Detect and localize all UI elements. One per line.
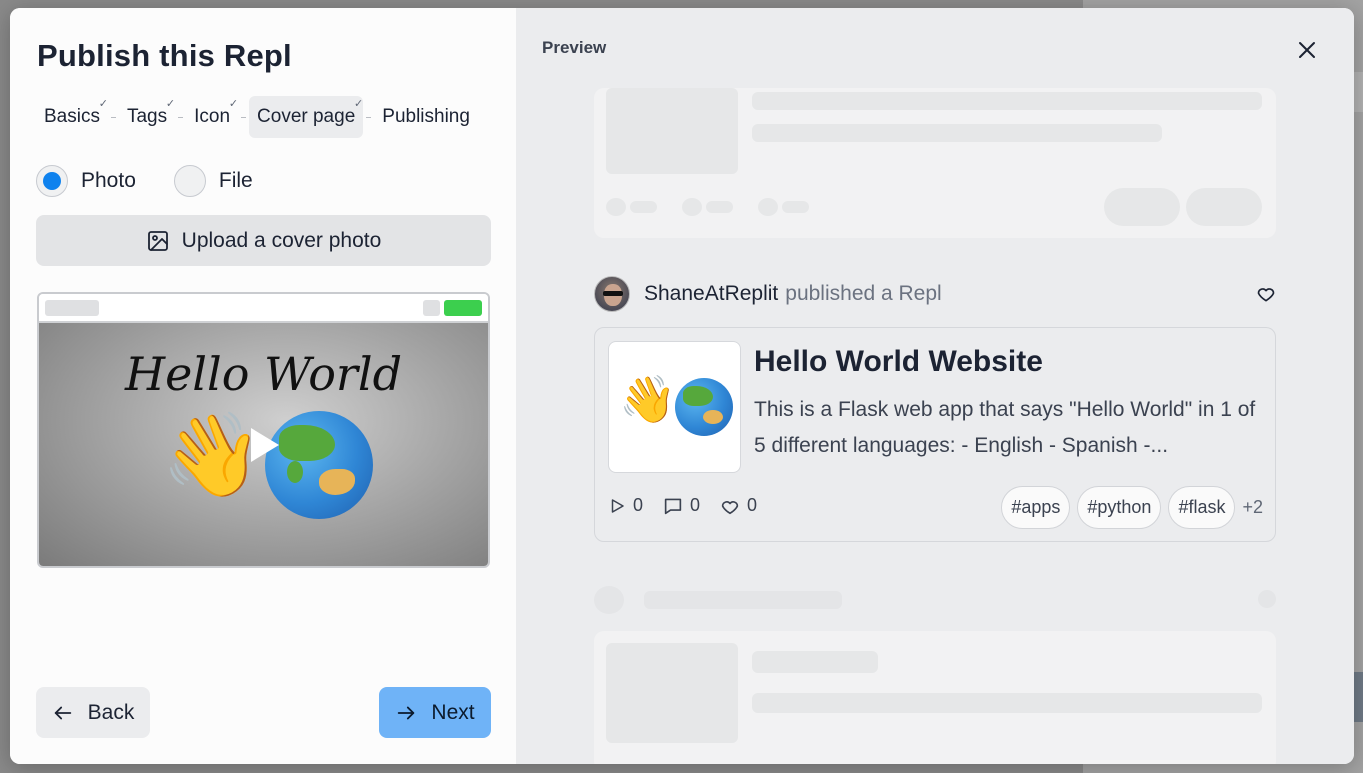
cover-photo-preview: Hello World 👋 bbox=[37, 292, 490, 568]
step-separator bbox=[110, 116, 116, 118]
comments-stat: 0 bbox=[663, 495, 700, 516]
dialog-title: Publish this Repl bbox=[37, 38, 292, 73]
file-label: File bbox=[218, 169, 253, 192]
runs-stat: 0 bbox=[608, 495, 643, 516]
step-icon[interactable]: Icon ✓ bbox=[186, 96, 238, 138]
radio-dot bbox=[43, 172, 61, 190]
upload-label: Upload a cover photo bbox=[181, 228, 382, 252]
photo-radio[interactable] bbox=[36, 165, 68, 197]
step-cover-page[interactable]: Cover page ✓ bbox=[249, 96, 364, 138]
likes-stat[interactable]: 0 bbox=[720, 495, 757, 516]
post-action-text: published a Repl bbox=[785, 282, 942, 305]
run-button-placeholder bbox=[444, 300, 482, 316]
comment-icon bbox=[663, 497, 683, 515]
upload-cover-photo-button[interactable]: Upload a cover photo bbox=[36, 215, 491, 266]
comments-count: 0 bbox=[690, 495, 701, 515]
avatar[interactable] bbox=[594, 276, 630, 312]
likes-count: 0 bbox=[747, 495, 758, 515]
step-separator bbox=[366, 116, 372, 118]
tag-apps[interactable]: #apps bbox=[1001, 486, 1071, 529]
step-publishing[interactable]: Publishing bbox=[374, 96, 478, 138]
cover-heading: Hello World bbox=[124, 347, 403, 401]
runs-count: 0 bbox=[633, 495, 644, 515]
heart-icon[interactable] bbox=[1256, 284, 1276, 304]
arrow-right-icon bbox=[395, 702, 417, 724]
play-icon bbox=[251, 428, 279, 462]
check-icon: ✓ bbox=[165, 98, 176, 110]
check-icon: ✓ bbox=[354, 98, 364, 110]
cover-type-selector: Photo File bbox=[36, 165, 291, 197]
cover-type-photo[interactable]: Photo bbox=[36, 165, 136, 197]
repl-stats: 0 0 0 bbox=[608, 495, 777, 516]
toolbar-placeholder bbox=[423, 300, 440, 316]
step-label: Tags bbox=[126, 106, 168, 127]
close-icon bbox=[1297, 40, 1317, 65]
file-radio[interactable] bbox=[173, 165, 206, 197]
repl-description: This is a Flask web app that says "Hello… bbox=[754, 398, 1256, 457]
repl-tags: #apps #python #flask +2 bbox=[994, 486, 1263, 529]
globe-icon bbox=[265, 411, 373, 519]
cover-preview-toolbar bbox=[39, 294, 488, 323]
check-icon: ✓ bbox=[228, 98, 239, 110]
step-separator bbox=[241, 116, 247, 118]
arrow-left-icon bbox=[52, 702, 74, 724]
more-tags-count[interactable]: +2 bbox=[1242, 497, 1263, 518]
step-label: Icon bbox=[194, 106, 231, 127]
image-icon bbox=[146, 229, 170, 253]
skeleton-card bbox=[594, 631, 1276, 764]
play-icon bbox=[608, 497, 626, 515]
next-label: Next bbox=[431, 700, 475, 724]
tag-python[interactable]: #python bbox=[1077, 486, 1162, 529]
back-button[interactable]: Back bbox=[36, 687, 150, 738]
step-basics[interactable]: Basics ✓ bbox=[36, 96, 108, 138]
skeleton-card bbox=[594, 88, 1276, 238]
preview-label: Preview bbox=[542, 38, 607, 57]
post-header: ShaneAtReplit published a Repl bbox=[594, 276, 1276, 312]
step-label: Publishing bbox=[382, 106, 470, 127]
repl-card[interactable]: 👋 Hello World Website This is a Flask we… bbox=[594, 327, 1276, 542]
author-name[interactable]: ShaneAtReplit bbox=[644, 282, 778, 306]
photo-label: Photo bbox=[81, 169, 136, 192]
close-button[interactable] bbox=[1294, 39, 1320, 65]
cover-image: Hello World 👋 bbox=[39, 323, 488, 566]
publish-steps: Basics ✓ Tags ✓ Icon ✓ Cover page ✓ Publ… bbox=[36, 96, 478, 138]
waving-hand-icon: 👋 bbox=[161, 410, 264, 501]
back-label: Back bbox=[87, 700, 135, 724]
heart-icon bbox=[720, 497, 740, 515]
repl-thumbnail: 👋 bbox=[608, 341, 741, 473]
step-label: Cover page bbox=[257, 106, 356, 127]
publish-form-panel: Publish this Repl Basics ✓ Tags ✓ Icon ✓… bbox=[10, 8, 516, 764]
step-tags[interactable]: Tags ✓ bbox=[119, 96, 175, 138]
repl-title: Hello World Website bbox=[754, 345, 1043, 378]
waving-hand-icon: 👋 bbox=[619, 373, 677, 425]
publish-dialog: Publish this Repl Basics ✓ Tags ✓ Icon ✓… bbox=[10, 8, 1354, 764]
preview-panel: Preview ShaneAtReplit published a Repl 👋… bbox=[516, 8, 1354, 764]
tag-flask[interactable]: #flask bbox=[1168, 486, 1236, 529]
step-separator bbox=[178, 116, 184, 118]
toolbar-placeholder bbox=[45, 300, 99, 316]
check-icon: ✓ bbox=[98, 98, 108, 110]
next-button[interactable]: Next bbox=[379, 687, 491, 738]
globe-icon bbox=[675, 378, 733, 436]
step-label: Basics bbox=[44, 106, 100, 127]
cover-type-file[interactable]: File bbox=[173, 165, 253, 197]
